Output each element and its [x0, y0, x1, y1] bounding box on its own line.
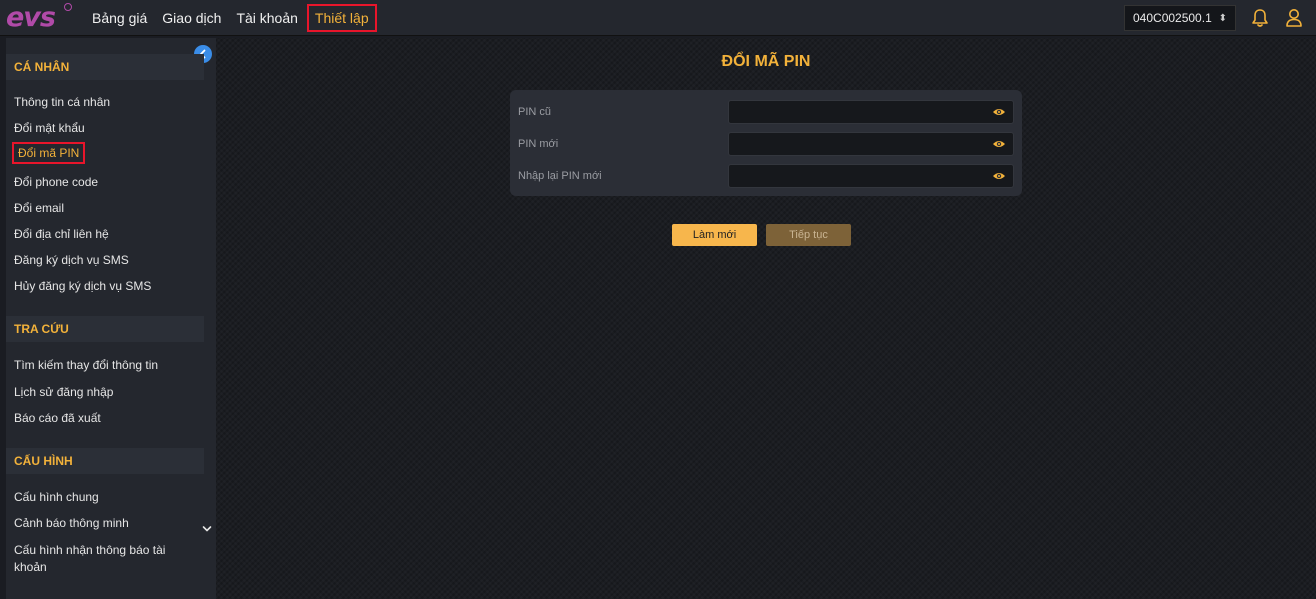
eye-icon[interactable] [992, 105, 1006, 119]
account-select[interactable]: 040C002500.1 ⬍ [1124, 5, 1236, 31]
top-navbar: evs Bảng giá Giao dịch Tài khoản Thiết l… [0, 0, 1316, 36]
nav-item-thiet-lap[interactable]: Thiết lập [306, 3, 377, 32]
field-row-pin-moi: PIN mới [510, 132, 1022, 158]
field-label-pin-moi: PIN mới [518, 138, 559, 150]
sidebar-item-cau-hinh-nhan-thong-bao[interactable]: Cấu hình nhận thông báo tài [14, 543, 165, 557]
continue-button[interactable]: Tiếp tục [766, 224, 851, 246]
sidebar-item-lich-su-dang-nhap[interactable]: Lịch sử đăng nhập [14, 385, 113, 399]
sidebar-item-canh-bao-thong-minh[interactable]: Cảnh báo thông minh [14, 516, 129, 530]
sidebar-item-bao-cao-da-xuat[interactable]: Báo cáo đã xuất [14, 411, 101, 425]
nhap-lai-pin-input[interactable] [728, 164, 1014, 188]
eye-icon[interactable] [992, 137, 1006, 151]
field-row-pin-cu: PIN cũ [510, 100, 1022, 126]
eye-icon[interactable] [992, 169, 1006, 183]
sidebar-item-thong-tin-ca-nhan[interactable]: Thông tin cá nhân [14, 95, 110, 109]
sidebar: CÁ NHÂN Thông tin cá nhân Đổi mật khẩu Đ… [6, 38, 216, 599]
section-header-tra-cuu: TRA CỨU [6, 316, 204, 342]
main-content: ĐỔI MÃ PIN PIN cũ PIN mới Nhập lại PIN m… [216, 38, 1316, 599]
sidebar-item-tim-kiem-thay-doi[interactable]: Tìm kiếm thay đổi thông tin [14, 358, 158, 372]
pin-moi-input[interactable] [728, 132, 1014, 156]
refresh-button[interactable]: Làm mới [672, 224, 757, 246]
logo-text: evs [6, 1, 56, 33]
sidebar-item-dang-ky-sms[interactable]: Đăng ký dịch vụ SMS [14, 253, 129, 267]
sidebar-item-huy-dang-ky-sms[interactable]: Hủy đăng ký dịch vụ SMS [14, 279, 151, 293]
field-label-nhap-lai-pin: Nhập lại PIN mới [518, 170, 602, 182]
select-arrows-icon: ⬍ [1218, 12, 1227, 24]
main-nav: Bảng giá Giao dịch Tài khoản Thiết lập [86, 0, 380, 36]
sidebar-item-doi-ma-pin[interactable]: Đổi mã PIN [12, 142, 86, 164]
logo-mark [64, 2, 72, 11]
section-header-cau-hinh: CẤU HÌNH [6, 448, 204, 474]
account-select-value: 040C002500.1 [1133, 11, 1212, 25]
field-row-nhap-lai-pin: Nhập lại PIN mới [510, 164, 1022, 190]
sidebar-item-doi-phone-code[interactable]: Đổi phone code [14, 175, 98, 189]
field-label-pin-cu: PIN cũ [518, 106, 552, 118]
sidebar-item-doi-email[interactable]: Đổi email [14, 201, 64, 215]
top-right-controls: 040C002500.1 ⬍ [1124, 0, 1316, 36]
section-header-ca-nhan: CÁ NHÂN [6, 54, 204, 80]
pin-cu-input[interactable] [728, 100, 1014, 124]
sidebar-item-cau-hinh-chung[interactable]: Cấu hình chung [14, 490, 99, 504]
nav-item-bang-gia[interactable]: Bảng giá [86, 4, 153, 32]
bell-icon[interactable] [1248, 6, 1272, 30]
logo[interactable]: evs [0, 0, 76, 36]
sidebar-item-doi-dia-chi-lien-he[interactable]: Đổi địa chỉ liên hệ [14, 227, 109, 241]
user-icon[interactable] [1282, 6, 1306, 30]
nav-item-tai-khoan[interactable]: Tài khoản [230, 4, 303, 32]
sidebar-item-cau-hinh-nhan-thong-bao-cont[interactable]: khoản [14, 560, 47, 574]
pin-form-card: PIN cũ PIN mới Nhập lại PIN mới [510, 90, 1022, 196]
chevron-down-icon[interactable] [202, 520, 212, 538]
nav-item-giao-dich[interactable]: Giao dịch [156, 4, 227, 32]
page-title: ĐỔI MÃ PIN [721, 53, 811, 70]
sidebar-item-doi-mat-khau[interactable]: Đổi mật khẩu [14, 121, 85, 135]
